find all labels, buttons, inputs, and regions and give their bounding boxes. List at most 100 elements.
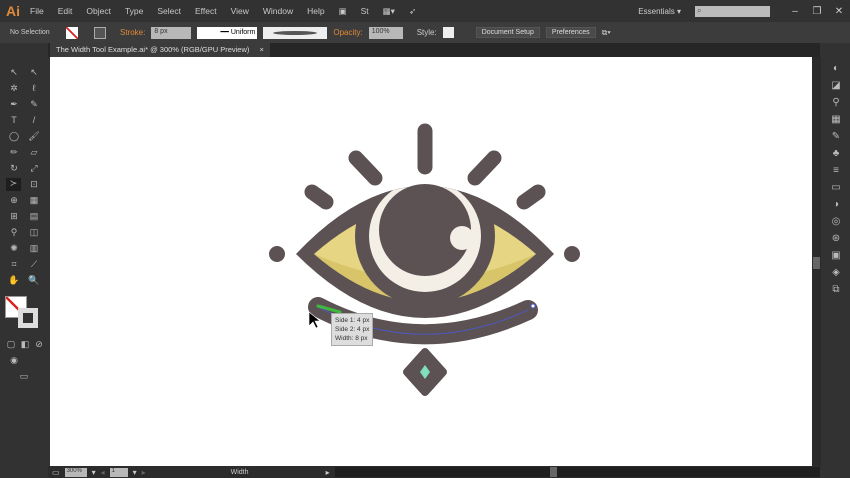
- workspace-switcher[interactable]: Essentials ▾: [638, 7, 681, 16]
- artboard-tool-icon[interactable]: ⌗: [8, 259, 20, 269]
- arrange-icon[interactable]: ⧉▾: [602, 28, 611, 38]
- swatches-icon[interactable]: ▦: [831, 114, 840, 125]
- rotate-tool-icon[interactable]: ↻: [8, 163, 20, 173]
- arrange-documents-icon[interactable]: ▦▾: [383, 6, 395, 17]
- document-tab[interactable]: The Width Tool Example.ai* @ 300% (RGB/G…: [50, 43, 270, 57]
- menu-effect[interactable]: Effect: [195, 6, 217, 16]
- free-transform-tool-icon[interactable]: ⊡: [28, 179, 40, 189]
- pen-tool-icon[interactable]: ✒: [8, 99, 20, 109]
- blend-tool-icon[interactable]: ◫: [28, 227, 40, 237]
- color-panel-icon[interactable]: ◐: [833, 63, 839, 74]
- opacity-input[interactable]: 100%: [368, 26, 403, 39]
- symbols-icon[interactable]: ♣: [833, 148, 840, 159]
- color-mode-icon[interactable]: ◧: [19, 339, 31, 349]
- stroke-swatch[interactable]: [94, 26, 106, 39]
- anchor-point[interactable]: [530, 303, 536, 309]
- stroke-label[interactable]: Stroke:: [120, 28, 145, 37]
- artboard-dropdown-icon[interactable]: ▾: [133, 468, 137, 477]
- zoom-tool-icon[interactable]: 🔍: [28, 275, 40, 285]
- transparency-icon[interactable]: ◑: [833, 199, 839, 210]
- zoom-dropdown-icon[interactable]: ▾: [92, 468, 96, 477]
- close-tab-icon[interactable]: ×: [259, 45, 263, 54]
- current-tool-status[interactable]: Width: [231, 469, 321, 476]
- shape-builder-tool-icon[interactable]: ⊕: [8, 195, 20, 205]
- prev-artboard-icon[interactable]: ◂: [101, 468, 105, 477]
- gradient-panel-icon[interactable]: ▭: [831, 182, 840, 193]
- asset-export-icon[interactable]: ▣: [831, 250, 840, 261]
- eyedropper-tool-icon[interactable]: ⚲: [8, 227, 20, 237]
- libraries-icon[interactable]: ⚲: [832, 97, 839, 108]
- pencil-tool-icon[interactable]: ✏: [8, 147, 20, 157]
- paintbrush-tool-icon[interactable]: 🖌: [28, 131, 40, 141]
- symbol-sprayer-tool-icon[interactable]: ✺: [8, 243, 20, 253]
- ellipse-tool-icon[interactable]: ◯: [8, 131, 20, 141]
- vertical-scroll-thumb[interactable]: [813, 257, 820, 269]
- stroke-panel-icon[interactable]: ≡: [833, 165, 839, 176]
- menu-edit[interactable]: Edit: [58, 6, 73, 16]
- menu-help[interactable]: Help: [307, 6, 324, 16]
- horizontal-scroll-thumb[interactable]: [549, 467, 557, 477]
- graph-tool-icon[interactable]: ▥: [28, 243, 40, 253]
- menu-type[interactable]: Type: [125, 6, 143, 16]
- curvature-tool-icon[interactable]: ✎: [28, 99, 40, 109]
- minimize-button[interactable]: –: [784, 6, 806, 17]
- artboard-nav-icon[interactable]: ▭: [52, 468, 60, 477]
- menu-select[interactable]: Select: [157, 6, 181, 16]
- menu-view[interactable]: View: [231, 6, 249, 16]
- scale-tool-icon[interactable]: ⤢: [28, 163, 40, 173]
- selection-tool-icon[interactable]: ↖: [8, 67, 20, 77]
- stroke-color-swatch[interactable]: [18, 308, 38, 328]
- slice-tool-icon[interactable]: ⟋: [28, 259, 40, 269]
- graphic-styles-icon[interactable]: ⊛: [832, 233, 840, 244]
- width-tool-icon[interactable]: ≻: [6, 178, 21, 191]
- right-panel-dock: ◐ ◪ ⚲ ▦ ✎ ♣ ≡ ▭ ◑ ◎ ⊛ ▣ ◈ ⧉: [822, 57, 850, 478]
- perspective-grid-tool-icon[interactable]: ▦: [28, 195, 40, 205]
- menu-bar: Ai File Edit Object Type Select Effect V…: [0, 0, 850, 22]
- menu-window[interactable]: Window: [263, 6, 293, 16]
- status-menu-icon[interactable]: ▸: [326, 468, 330, 477]
- artboard-canvas[interactable]: [50, 57, 812, 466]
- stroke-profile-select[interactable]: ━━ Uniform: [197, 26, 258, 39]
- close-button[interactable]: ✕: [828, 6, 850, 17]
- tooltip-width: Width: 8 px: [335, 335, 368, 342]
- artboards-icon[interactable]: ⧉: [832, 284, 839, 295]
- horizontal-scrollbar[interactable]: [334, 467, 820, 477]
- brush-select[interactable]: [263, 26, 328, 39]
- bridge-icon[interactable]: ▣: [339, 6, 347, 17]
- control-bar: No Selection Stroke: 8 px ━━ Uniform Opa…: [0, 22, 850, 43]
- search-input[interactable]: ⌕: [695, 5, 770, 17]
- artboard-number-input[interactable]: 1: [109, 467, 128, 477]
- appearance-icon[interactable]: ◎: [832, 216, 841, 227]
- menu-file[interactable]: File: [30, 6, 44, 16]
- fill-swatch[interactable]: [66, 26, 78, 39]
- stroke-weight-input[interactable]: 8 px: [151, 26, 192, 39]
- restore-button[interactable]: ❐: [806, 6, 828, 17]
- next-artboard-icon[interactable]: ▸: [142, 468, 146, 477]
- gradient-tool-icon[interactable]: ▤: [28, 211, 40, 221]
- layers-icon[interactable]: ◈: [832, 267, 840, 278]
- stock-icon[interactable]: St: [361, 6, 369, 16]
- document-setup-button[interactable]: Document Setup: [475, 27, 540, 38]
- preferences-button[interactable]: Preferences: [545, 27, 596, 38]
- line-tool-icon[interactable]: /: [28, 115, 40, 125]
- draw-mode-icon[interactable]: ◉: [8, 355, 20, 365]
- opacity-label[interactable]: Opacity:: [333, 28, 362, 37]
- color-guide-icon[interactable]: ◪: [831, 80, 840, 91]
- style-swatch[interactable]: [442, 27, 454, 38]
- eraser-tool-icon[interactable]: ▱: [28, 147, 40, 157]
- vertical-scrollbar[interactable]: [812, 57, 821, 466]
- none-mode-icon[interactable]: ⊘: [33, 339, 45, 349]
- zoom-level-input[interactable]: 300%: [64, 467, 87, 477]
- brushes-icon[interactable]: ✎: [832, 131, 840, 142]
- gpu-rocket-icon[interactable]: ➶: [409, 6, 416, 17]
- magic-wand-tool-icon[interactable]: ✲: [8, 83, 20, 93]
- screen-mode-icon[interactable]: ▭: [17, 371, 31, 381]
- type-tool-icon[interactable]: T: [8, 115, 20, 125]
- draw-normal-icon[interactable]: ▢: [5, 339, 17, 349]
- hand-tool-icon[interactable]: ✋: [8, 275, 20, 285]
- status-bar: ▭ 300% ▾ ◂ 1 ▾ ▸ Width ▸: [48, 466, 820, 478]
- lasso-tool-icon[interactable]: ℓ: [28, 83, 40, 93]
- menu-object[interactable]: Object: [86, 6, 111, 16]
- direct-selection-tool-icon[interactable]: ↖: [28, 67, 40, 77]
- mesh-tool-icon[interactable]: ⊞: [8, 211, 20, 221]
